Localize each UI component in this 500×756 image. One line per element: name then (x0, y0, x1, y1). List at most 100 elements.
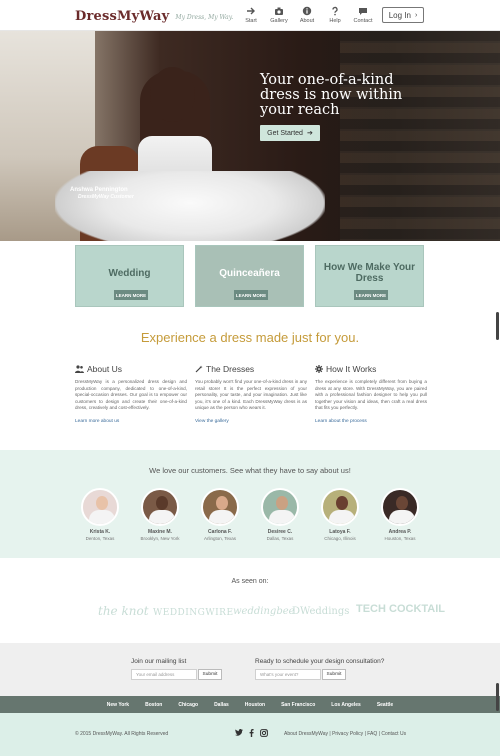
get-started-button[interactable]: Get Started ➔ (260, 125, 320, 141)
site-header: DressMyWay My Dress, My Way. Start Galle… (0, 0, 500, 31)
hero-dress (55, 171, 325, 241)
login-button[interactable]: Log In › (382, 7, 424, 23)
email-submit-button[interactable]: Submit (198, 669, 222, 680)
arrow-right-icon (247, 7, 255, 15)
avatar[interactable] (261, 488, 299, 526)
avatar-face (336, 496, 348, 510)
column-text: You probably won't find your one-of-a-ki… (195, 379, 307, 410)
avatar[interactable] (201, 488, 239, 526)
tech-cocktail-logo[interactable]: TECH COCKTAIL (356, 603, 445, 615)
nav-help[interactable]: Help (321, 6, 349, 24)
mailing-section: Join our mailing list Ready to schedule … (0, 643, 500, 696)
copyright: © 2015 DressMyWay. All Rights Reserved (75, 731, 169, 737)
nav-start[interactable]: Start (237, 6, 265, 24)
social-links (235, 729, 274, 737)
tile-how-we-make[interactable]: How We Make Your Dress LEARN MORE (315, 245, 424, 307)
avatar-face (276, 496, 288, 510)
learn-about-process-link[interactable]: Learn about the process (315, 419, 427, 424)
testimonials-title: We love our customers. See what they hav… (149, 466, 351, 475)
facebook-icon[interactable] (249, 729, 254, 737)
tile-quinceanera[interactable]: Quinceañera LEARN MORE (195, 245, 304, 307)
consultation-label: Ready to schedule your design consultati… (255, 658, 385, 665)
gear-icon (315, 365, 323, 373)
dweddings-logo[interactable]: DWeddings (292, 606, 349, 617)
testimonial-person[interactable]: Carlona F. Arlington, Texas (190, 488, 250, 541)
tile-title: Quinceañera (219, 268, 280, 279)
learn-more-button[interactable]: LEARN MORE (354, 290, 388, 300)
main-nav: Start Gallery About Help Contact (237, 6, 377, 24)
twitter-icon[interactable] (235, 729, 243, 737)
learn-more-button[interactable]: LEARN MORE (234, 290, 268, 300)
avatar[interactable] (381, 488, 419, 526)
tile-wedding[interactable]: Wedding LEARN MORE (75, 245, 184, 307)
learn-more-about-us-link[interactable]: Learn more about us (75, 419, 187, 424)
avatar[interactable] (141, 488, 179, 526)
instagram-icon[interactable] (260, 729, 268, 737)
learn-more-button[interactable]: LEARN MORE (114, 290, 148, 300)
person-name: Maxine M. (148, 529, 172, 535)
chat-icon (359, 8, 367, 15)
testimonials-section: We love our customers. See what they hav… (0, 450, 500, 558)
nav-gallery[interactable]: Gallery (265, 6, 293, 24)
people-icon (75, 365, 84, 373)
testimonial-person[interactable]: Krista K. Denton, Texas (70, 488, 130, 541)
event-input[interactable]: What's your event? (255, 669, 321, 680)
testimonial-person[interactable]: Desiree C. Dallas, Texas (250, 488, 310, 541)
nav-label: Help (329, 18, 341, 24)
scrollbar-thumb[interactable] (496, 683, 499, 711)
city-link[interactable]: Boston (145, 702, 162, 708)
city-link[interactable]: Dallas (214, 702, 229, 708)
nav-about[interactable]: About (293, 6, 321, 24)
logo-text: DressMyWay (75, 8, 170, 24)
person-location: Denton, Texas (85, 536, 115, 541)
city-link[interactable]: San Francisco (281, 702, 315, 708)
avatar-dress (209, 510, 235, 524)
testimonial-person[interactable]: Andrea P. Houston, Texas (370, 488, 430, 541)
city-link[interactable]: Seattle (377, 702, 393, 708)
info-icon (302, 6, 312, 16)
email-input[interactable]: Your email address (131, 669, 197, 680)
how-it-works-column: How It Works The experience is completel… (315, 364, 427, 424)
nav-label: Gallery (270, 18, 288, 24)
wand-icon (195, 365, 203, 373)
city-link[interactable]: Los Angeles (331, 702, 361, 708)
about-us-column: About Us DressMyWay is a personalized dr… (75, 364, 187, 424)
column-text: The experience is completely different f… (315, 379, 427, 410)
city-link[interactable]: Chicago (178, 702, 198, 708)
arrow-right-icon: ➔ (306, 130, 313, 137)
footer-links[interactable]: About DressMyWay | Privacy Policy | FAQ … (284, 731, 406, 737)
column-heading: The Dresses (195, 364, 307, 374)
the-knot-logo[interactable]: the knot (98, 604, 149, 618)
tile-title: Wedding (108, 268, 151, 279)
logo[interactable]: DressMyWay My Dress, My Way. (75, 6, 233, 26)
camera-icon (275, 7, 283, 15)
avatar[interactable] (321, 488, 359, 526)
testimonial-person[interactable]: Latoya F. Chicago, Illinois (310, 488, 370, 541)
view-gallery-link[interactable]: View the gallery (195, 419, 307, 424)
person-name: Desiree C. (267, 529, 293, 535)
hero-headline: Your one-of-a-kind dress is now within y… (260, 72, 403, 118)
weddingbee-logo[interactable]: weddingbee (233, 606, 295, 617)
scrollbar-thumb[interactable] (496, 312, 499, 340)
column-text: DressMyWay is a personalized dress desig… (75, 379, 187, 410)
tile-title: How We Make Your Dress (323, 262, 416, 284)
nav-label: Contact (353, 18, 373, 24)
event-submit-button[interactable]: Submit (322, 669, 346, 680)
column-heading: How It Works (315, 364, 427, 374)
person-name: Latoya F. (329, 529, 351, 535)
mailing-list-label: Join our mailing list (131, 658, 187, 665)
weddingwire-logo[interactable]: WEDDINGWIRE (153, 608, 234, 618)
person-location: Arlington, Texas (204, 536, 236, 541)
avatar-dress (389, 510, 415, 524)
person-name: Krista K. (89, 529, 111, 535)
city-link[interactable]: New York (107, 702, 129, 708)
hero-banner: Anshwa Pennington DressMyWay Customer Yo… (0, 31, 500, 241)
chevron-right-icon: › (414, 11, 418, 19)
city-link[interactable]: Houston (245, 702, 265, 708)
column-heading-label: About Us (87, 364, 122, 374)
nav-contact[interactable]: Contact (349, 6, 377, 24)
question-icon (332, 6, 338, 16)
avatar-face (396, 496, 408, 510)
avatar[interactable] (81, 488, 119, 526)
testimonial-person[interactable]: Maxine M. Brooklyn, New York (130, 488, 190, 541)
